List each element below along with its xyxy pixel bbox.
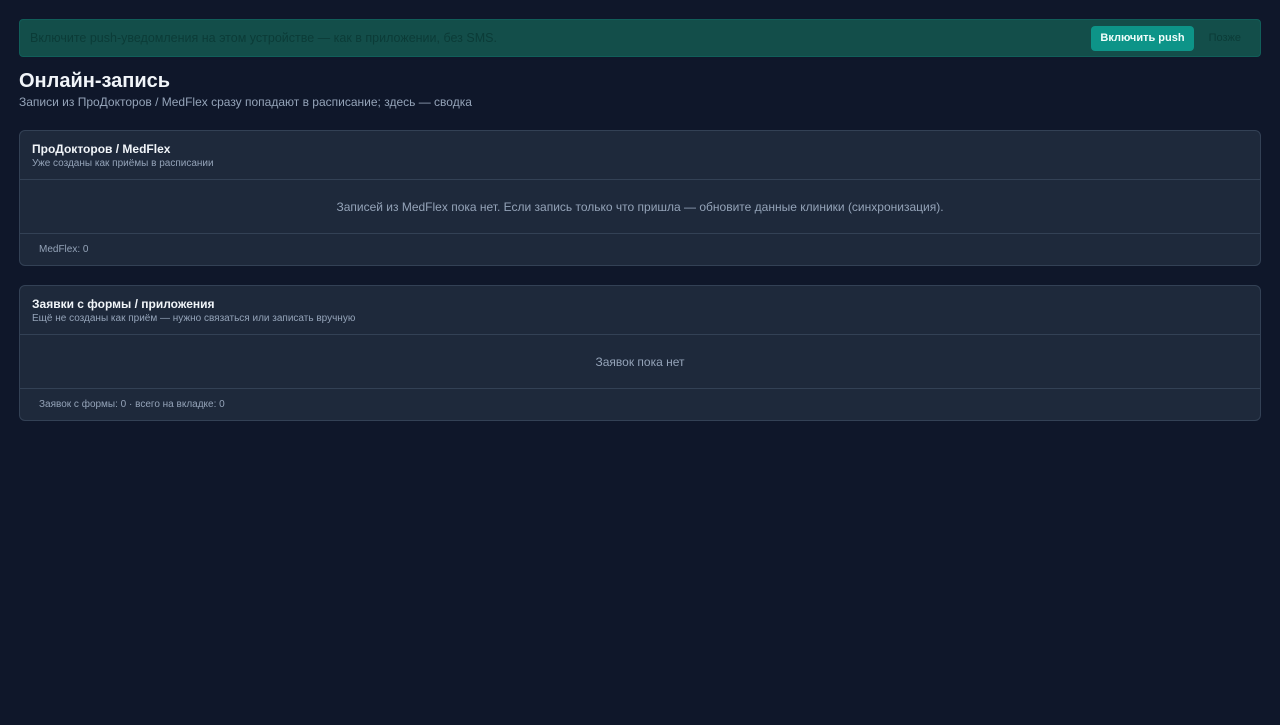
card-title: ПроДокторов / MedFlex: [32, 142, 171, 156]
empty-state: Заявок пока нет: [20, 335, 1260, 389]
push-notification-banner: Включите push-уведомления на этом устрой…: [19, 19, 1261, 57]
page: Включите push-уведомления на этом устрой…: [0, 0, 1280, 725]
card-subtitle: Ещё не созданы как приём — нужно связать…: [32, 313, 356, 324]
card-subtitle: Уже созданы как приёмы в расписании: [32, 158, 214, 169]
empty-state: Записей из MedFlex пока нет. Если запись…: [20, 180, 1260, 234]
later-button[interactable]: Позже: [1200, 26, 1250, 51]
banner-text: Включите push-уведомления на этом устрой…: [30, 31, 497, 45]
medflex-card: ПроДокторов / MedFlex Уже созданы как пр…: [19, 130, 1261, 266]
card-header: ПроДокторов / MedFlex Уже созданы как пр…: [20, 131, 1260, 180]
enable-push-button[interactable]: Включить push: [1091, 25, 1194, 51]
page-title: Онлайн-запись: [19, 70, 171, 92]
card-title: Заявки с формы / приложения: [32, 297, 215, 311]
card-footer: Заявок с формы: 0 · всего на вкладке: 0: [39, 399, 225, 410]
card-footer: MedFlex: 0: [39, 244, 89, 255]
page-subtitle: Записи из ПроДокторов / MedFlex сразу по…: [19, 95, 472, 109]
form-requests-card: Заявки с формы / приложения Ещё не созда…: [19, 285, 1261, 421]
card-header: Заявки с формы / приложения Ещё не созда…: [20, 286, 1260, 335]
